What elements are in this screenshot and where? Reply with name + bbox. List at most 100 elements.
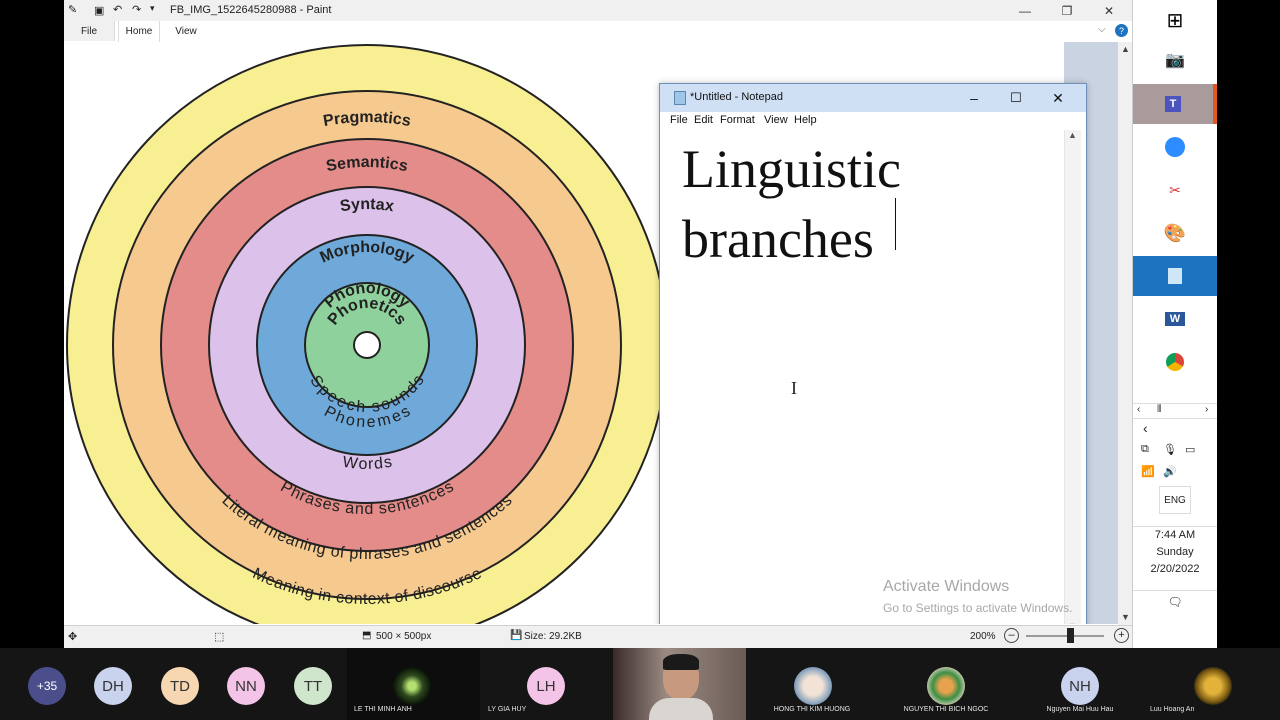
cursor-position-icon: ✥	[68, 631, 78, 643]
taskbar-scroll-left-icon[interactable]: ‹	[1137, 404, 1140, 415]
clock-day: Sunday	[1156, 546, 1194, 558]
clock-time: 7:44 AM	[1154, 529, 1196, 541]
tab-view[interactable]: View	[168, 21, 204, 41]
activate-windows-title: Activate Windows	[883, 578, 1010, 595]
zoom-slider[interactable]	[1026, 635, 1104, 637]
tab-file[interactable]: File	[64, 21, 115, 41]
participant-avatar[interactable]: TD	[161, 667, 199, 705]
participant-avatar[interactable]: DH	[94, 667, 132, 705]
paint-window: ✎ ▣ ↶ ↷ ▾ FB_IMG_1522645280988 - Paint —…	[64, 0, 1132, 648]
notepad-close-button[interactable]: ✕	[1038, 86, 1078, 110]
participant-name: NGUYEN THI BICH NGOC	[903, 706, 989, 713]
notepad-window-title: *Untitled - Notepad	[690, 91, 783, 103]
center-dot	[353, 331, 381, 359]
text-caret	[895, 198, 896, 250]
paint-app-taskbar-icon[interactable]: 🎨	[1133, 213, 1217, 253]
menu-edit[interactable]: Edit	[694, 114, 713, 126]
notifications-icon[interactable]: 🗨	[1133, 590, 1217, 613]
camera-icon[interactable]: 📷	[1133, 40, 1217, 80]
wifi-icon[interactable]: 📶	[1141, 465, 1155, 478]
zoom-in-icon[interactable]: +	[1114, 628, 1129, 643]
save-icon[interactable]: ▣	[94, 4, 104, 17]
zoom-app-icon[interactable]	[1133, 127, 1217, 167]
more-participants-button[interactable]: +35	[28, 667, 66, 705]
notepad-app-icon	[674, 91, 686, 105]
notepad-maximize-button[interactable]: ☐	[996, 86, 1036, 110]
undo-icon[interactable]: ↶	[113, 3, 122, 16]
speaker-hair	[663, 654, 699, 670]
taskbar-scroll-right-icon[interactable]: ›	[1205, 404, 1208, 415]
minimize-button[interactable]: —	[1004, 0, 1046, 21]
quick-access-dropdown-icon[interactable]: ▾	[150, 3, 155, 14]
notepad-minimize-button[interactable]: –	[954, 86, 994, 110]
participant-name: Luu Hoang An	[1150, 706, 1195, 713]
speaker-shirt	[649, 698, 713, 720]
participant-name: HONG THI KIM HUONG	[773, 706, 851, 713]
close-button[interactable]: ✕	[1088, 0, 1130, 21]
participant-name: LE THI MINH ANH	[354, 706, 412, 713]
notepad-title-bar: *Untitled - Notepad – ☐ ✕	[660, 84, 1086, 112]
clock[interactable]: 7:44 AM Sunday 2/20/2022	[1133, 526, 1217, 579]
label-syntax: Syntax	[339, 196, 395, 215]
paint-canvas-area: Pragmatics Semantics Syntax Morphology P…	[64, 42, 1118, 624]
menu-format[interactable]: Format	[720, 114, 755, 126]
tab-home[interactable]: Home	[118, 21, 160, 42]
participant-name: LY GIA HUY	[488, 706, 527, 713]
chrome-icon[interactable]	[1133, 342, 1217, 382]
clock-date: 2/20/2022	[1150, 563, 1200, 575]
participant-photo-avatar	[1194, 667, 1232, 705]
battery-icon[interactable]: ▭	[1185, 443, 1195, 456]
participant-avatar[interactable]: TT	[294, 667, 332, 705]
taskbar-scroll-bar[interactable]: ‹ ⦀ ›	[1133, 403, 1217, 419]
participant-photo-avatar	[927, 667, 965, 705]
tray-device-icon[interactable]: ⧉	[1141, 443, 1149, 456]
file-size-icon: 💾	[510, 630, 523, 641]
word-icon[interactable]: W	[1133, 299, 1217, 339]
language-indicator[interactable]: ENG	[1159, 486, 1191, 514]
paint-ribbon-tabs: File Home View ⌵ ?	[64, 21, 1132, 43]
menu-help[interactable]: Help	[794, 114, 817, 126]
teams-icon[interactable]: T	[1133, 84, 1217, 124]
zoom-level: 200%	[970, 631, 996, 642]
paint-window-title: FB_IMG_1522645280988 - Paint	[170, 4, 332, 16]
participant-photo-avatar	[393, 667, 431, 705]
image-dimensions-icon: ⬒	[362, 630, 372, 641]
tray-expand-icon[interactable]: ‹	[1143, 420, 1148, 436]
participant-photo-avatar	[794, 667, 832, 705]
selection-size-icon: ⬚	[214, 631, 225, 643]
participant-avatar[interactable]: NN	[227, 667, 265, 705]
paint-scroll-up-icon[interactable]: ▲	[1121, 44, 1130, 54]
linguistics-diagram: Pragmatics Semantics Syntax Morphology P…	[66, 44, 664, 624]
notepad-vertical-scrollbar[interactable]: ▲ ▼	[1064, 130, 1081, 624]
participant-avatar[interactable]: NH	[1061, 667, 1099, 705]
notepad-window: *Untitled - Notepad – ☐ ✕ File Edit Form…	[659, 83, 1087, 624]
notepad-menu-bar: File Edit Format View Help	[660, 112, 1086, 130]
side-taskbar: ⊞ 📷 T ✂ 🎨 W ‹ ⦀ › ‹ ⧉ 🎙 ▭ 📶 🔊 ENG 7:44 A…	[1132, 0, 1217, 648]
paint-scroll-down-icon[interactable]: ▼	[1121, 612, 1130, 622]
notepad-taskbar-icon[interactable]	[1133, 256, 1217, 296]
participant-avatar[interactable]: LH	[527, 667, 565, 705]
taskbar-scroll-grip-icon[interactable]: ⦀	[1157, 404, 1161, 415]
paint-status-bar: ✥ ⬚ ⬒ 500 × 500px 💾 Size: 29.2KB 200% – …	[64, 625, 1132, 648]
volume-icon[interactable]: 🔊	[1163, 465, 1177, 478]
notepad-text-area[interactable]: Linguistic branches	[682, 134, 901, 274]
file-size: Size: 29.2KB	[524, 631, 582, 642]
active-speaker-video[interactable]	[613, 648, 746, 720]
scroll-up-icon[interactable]: ▲	[1068, 130, 1077, 140]
redo-icon[interactable]: ↷	[132, 3, 141, 16]
windows-start-icon[interactable]: ⊞	[1133, 0, 1217, 40]
maximize-button[interactable]: ❐	[1046, 0, 1088, 21]
menu-view[interactable]: View	[764, 114, 788, 126]
zoom-slider-thumb[interactable]	[1067, 628, 1074, 643]
scroll-down-icon[interactable]: ▼	[1068, 621, 1077, 624]
image-dimensions: 500 × 500px	[376, 631, 432, 642]
zoom-out-icon[interactable]: –	[1004, 628, 1019, 643]
help-icon[interactable]: ?	[1115, 24, 1128, 37]
snipping-tool-icon[interactable]: ✂	[1133, 170, 1217, 210]
paint-vertical-scrollbar[interactable]: ▲ ▼	[1118, 42, 1132, 625]
ribbon-collapse-icon[interactable]: ⌵	[1098, 24, 1106, 35]
microphone-icon[interactable]: 🎙	[1163, 443, 1177, 456]
paint-title-bar: ✎ ▣ ↶ ↷ ▾ FB_IMG_1522645280988 - Paint —…	[64, 0, 1132, 21]
i-beam-cursor-icon: I	[791, 378, 797, 398]
menu-file[interactable]: File	[670, 114, 688, 126]
